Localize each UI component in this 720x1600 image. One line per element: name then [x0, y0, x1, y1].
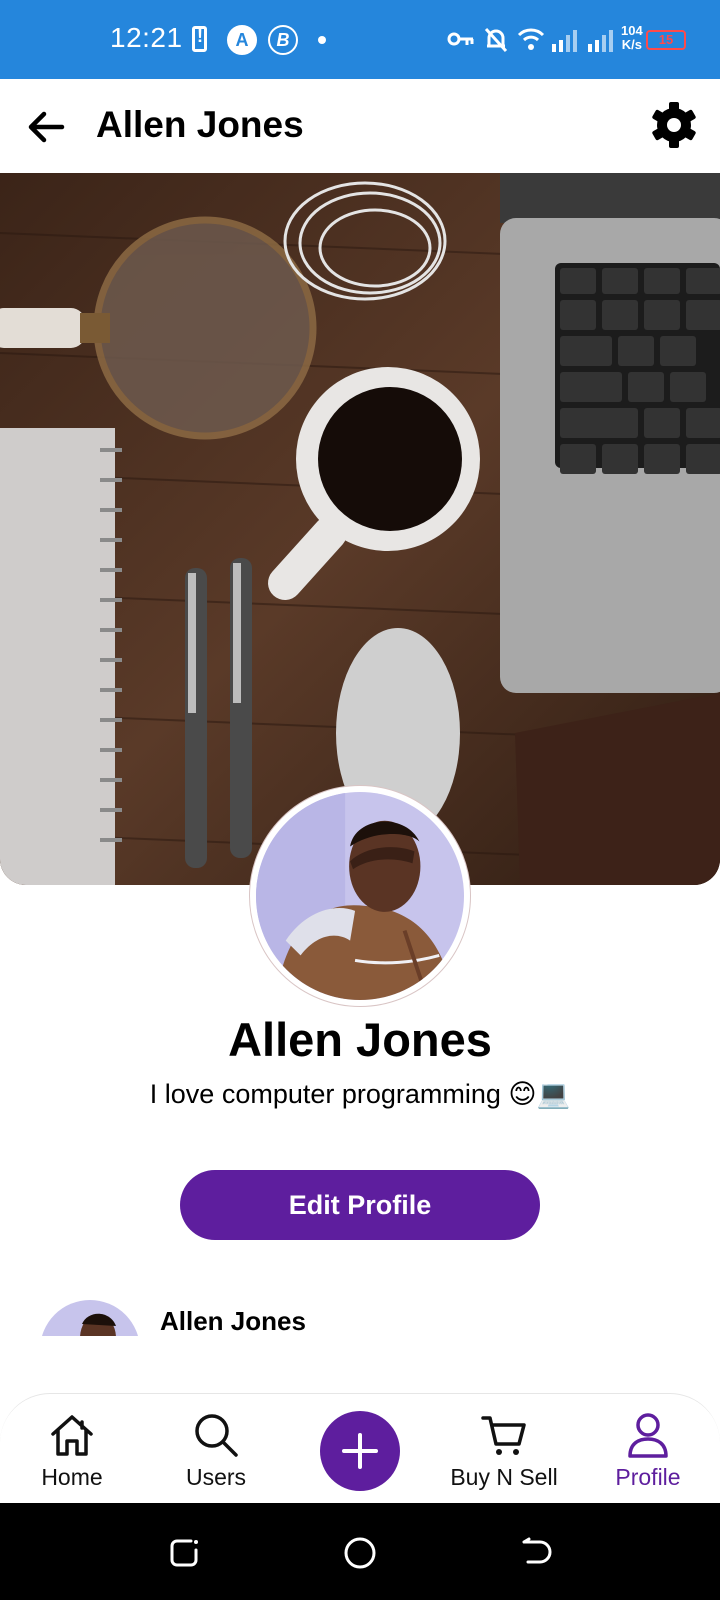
status-bar: 12:21 A B 104 K/s 15 — [0, 0, 720, 79]
signal-icon — [552, 30, 577, 52]
edit-profile-button[interactable]: Edit Profile — [180, 1170, 540, 1240]
nav-profile-label: Profile — [615, 1464, 681, 1490]
post-avatar-image — [40, 1300, 140, 1336]
gear-icon[interactable] — [648, 99, 700, 151]
battery-indicator: 15 — [646, 30, 686, 50]
app-bar: Allen Jones — [0, 79, 720, 173]
battery-alert-icon — [192, 26, 207, 52]
system-nav-bar — [0, 1503, 720, 1600]
search-icon — [195, 1414, 238, 1457]
post-author-name: Allen Jones — [160, 1306, 306, 1336]
network-speed: 104 K/s — [621, 23, 643, 52]
back-button-icon[interactable] — [520, 1536, 554, 1570]
nav-users[interactable]: Users — [156, 1410, 276, 1491]
profile-bio: I love computer programming 😊💻 — [149, 1079, 571, 1109]
post-avatar[interactable] — [40, 1300, 140, 1336]
app-b-icon: B — [268, 25, 298, 55]
home-icon — [51, 1415, 93, 1456]
nav-buy-n-sell[interactable]: Buy N Sell — [444, 1410, 564, 1491]
notification-dot-icon — [318, 36, 326, 44]
profile-photo-image — [256, 792, 464, 1000]
cover-photo[interactable] — [0, 173, 720, 885]
bell-muted-icon — [484, 27, 508, 53]
cart-icon — [481, 1416, 526, 1455]
vpn-key-icon — [447, 32, 474, 46]
plus-icon — [342, 1433, 378, 1469]
status-time: 12:21 — [110, 22, 183, 53]
nav-buy-n-sell-label: Buy N Sell — [450, 1464, 558, 1490]
cover-desk-image — [0, 173, 720, 885]
profile-avatar[interactable] — [249, 785, 471, 1007]
nav-profile[interactable]: Profile — [588, 1410, 708, 1491]
recents-icon[interactable] — [167, 1536, 201, 1570]
post-item[interactable]: Allen Jones — [0, 1296, 720, 1336]
nav-users-label: Users — [185, 1464, 247, 1490]
profile-name: Allen Jones — [228, 1013, 492, 1066]
wifi-icon — [517, 28, 545, 50]
profile-icon — [628, 1413, 668, 1458]
page-title: Allen Jones — [96, 104, 304, 145]
nav-home[interactable]: Home — [12, 1410, 132, 1491]
back-arrow-icon[interactable] — [22, 103, 70, 151]
home-button-icon[interactable] — [343, 1536, 377, 1570]
app-a-icon: A — [227, 25, 257, 55]
nav-home-label: Home — [41, 1464, 103, 1490]
add-post-button[interactable] — [320, 1411, 400, 1491]
bottom-nav: Home Users Buy N Sell Profile — [0, 1393, 720, 1503]
signal-2-icon — [588, 30, 613, 52]
